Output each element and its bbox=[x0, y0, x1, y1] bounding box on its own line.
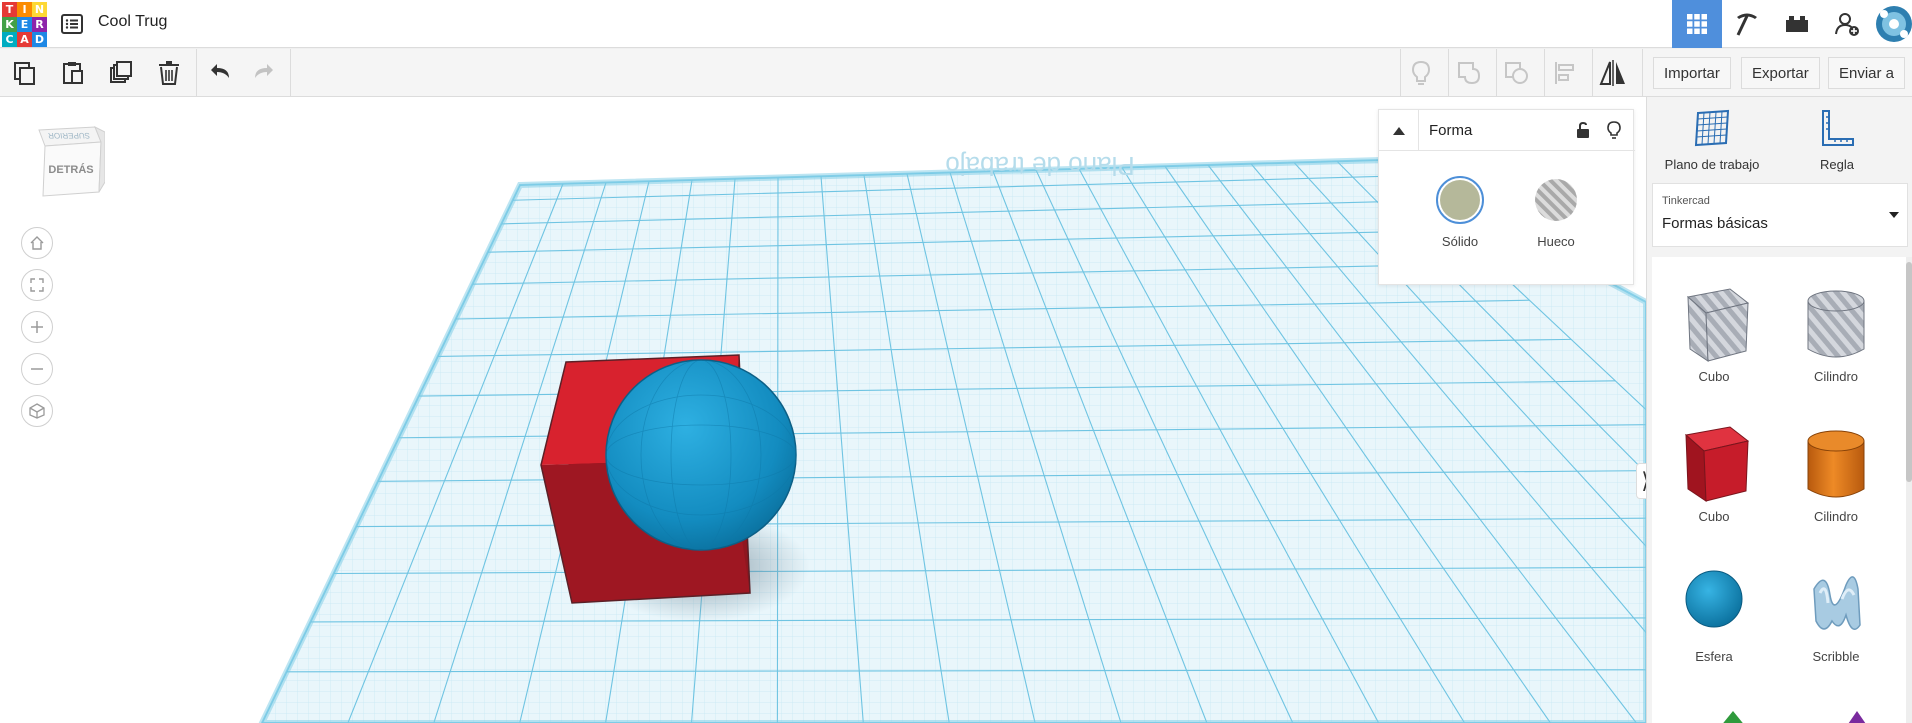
scene-sphere[interactable] bbox=[605, 359, 797, 551]
logo-letter: R bbox=[32, 17, 47, 32]
collapse-inspector-icon[interactable] bbox=[1379, 110, 1419, 151]
workplane-tool-label: Plano de trabajo bbox=[1664, 157, 1760, 172]
solid-color-circle bbox=[1440, 180, 1480, 220]
logo-letter: C bbox=[2, 32, 17, 47]
logo-letter: T bbox=[2, 2, 17, 17]
library-caption: Tinkercad bbox=[1662, 195, 1710, 207]
panel-toggle-icon[interactable]: ⟩ bbox=[1636, 463, 1646, 499]
view-cube-top-label: SUPERIOR bbox=[47, 131, 91, 140]
tinkercad-logo[interactable]: TINKERCAD bbox=[2, 2, 47, 47]
library-value: Formas básicas bbox=[1662, 215, 1768, 232]
top-header: TINKERCAD Cool Trug bbox=[0, 0, 1912, 48]
shape-label: Cubo bbox=[1698, 369, 1730, 384]
perspective-icon[interactable] bbox=[21, 395, 53, 427]
shape-tile-cone[interactable] bbox=[1842, 709, 1872, 723]
zoom-in-icon[interactable] bbox=[21, 311, 53, 343]
shape-tile-cylinder[interactable]: Cilindro bbox=[1776, 409, 1896, 539]
import-button[interactable]: Importar bbox=[1653, 57, 1731, 89]
shape-label: Esfera bbox=[1695, 649, 1733, 664]
brick-icon[interactable] bbox=[1772, 0, 1822, 48]
avatar[interactable] bbox=[1872, 0, 1912, 48]
solid-swatch[interactable] bbox=[1436, 176, 1484, 224]
edit-toolbar: Importar Exportar Enviar a bbox=[0, 49, 1912, 97]
delete-icon[interactable] bbox=[152, 57, 186, 89]
duplicate-icon[interactable] bbox=[104, 57, 138, 89]
scrollbar-thumb[interactable] bbox=[1906, 262, 1912, 482]
workplane-tool[interactable]: Plano de trabajo bbox=[1657, 105, 1767, 177]
view-cube[interactable]: SUPERIOR DETRÁS bbox=[35, 122, 106, 202]
logo-letter: I bbox=[17, 2, 32, 17]
ruler-tool-label: Regla bbox=[1820, 157, 1854, 172]
light-icon[interactable] bbox=[1404, 57, 1438, 89]
shape-label: Cilindro bbox=[1813, 369, 1859, 384]
shape-tile-roof[interactable] bbox=[1718, 709, 1748, 723]
copy-icon[interactable] bbox=[8, 57, 42, 89]
shape-tile-hole-box[interactable]: Cubo bbox=[1654, 269, 1774, 399]
inspector-header: Forma bbox=[1379, 110, 1635, 151]
design-list-icon[interactable] bbox=[60, 12, 84, 36]
export-button[interactable]: Exportar bbox=[1741, 57, 1820, 89]
undo-icon[interactable] bbox=[203, 57, 237, 89]
shape-list-scrollbar[interactable] bbox=[1906, 257, 1912, 723]
inspector-title: Forma bbox=[1429, 122, 1473, 139]
group-icon[interactable] bbox=[1452, 57, 1486, 89]
shape-label: Cubo bbox=[1698, 509, 1730, 524]
shape-tile-hole-cylinder[interactable]: Cilindro bbox=[1776, 269, 1896, 399]
ruler-tool[interactable]: Regla bbox=[1782, 105, 1892, 177]
mirror-icon[interactable] bbox=[1596, 57, 1630, 89]
fit-view-icon[interactable] bbox=[21, 269, 53, 301]
send-to-button[interactable]: Enviar a bbox=[1828, 57, 1906, 89]
ungroup-icon[interactable] bbox=[1500, 57, 1534, 89]
solid-label: Sólido bbox=[1441, 234, 1479, 249]
lock-icon[interactable] bbox=[1573, 120, 1593, 140]
hole-swatch[interactable] bbox=[1532, 176, 1580, 224]
logo-letter: A bbox=[17, 32, 32, 47]
shape-tile-scribble[interactable]: Scribble bbox=[1776, 549, 1896, 679]
shape-tile-sphere[interactable]: Esfera bbox=[1654, 549, 1774, 679]
logo-letter: E bbox=[17, 17, 32, 32]
chevron-down-icon bbox=[1889, 212, 1899, 218]
shape-list: Cubo Cilindro Cubo Cilindro Esfera Scrib… bbox=[1652, 257, 1908, 723]
grid-view-icon[interactable] bbox=[1672, 0, 1722, 48]
logo-letter: K bbox=[2, 17, 17, 32]
shape-inspector: Forma Sólido Hueco bbox=[1378, 109, 1635, 285]
shape-label: Scribble bbox=[1812, 649, 1860, 664]
hole-label: Hueco bbox=[1537, 234, 1575, 249]
home-view-icon[interactable] bbox=[21, 227, 53, 259]
workplane-label: Plano de trabajo bbox=[945, 151, 1134, 181]
pickaxe-icon[interactable] bbox=[1722, 0, 1772, 48]
logo-letter: N bbox=[32, 2, 47, 17]
zoom-out-icon[interactable] bbox=[21, 353, 53, 385]
paste-icon[interactable] bbox=[56, 57, 90, 89]
shape-library-select[interactable]: Tinkercad Formas básicas bbox=[1652, 183, 1908, 247]
align-icon[interactable] bbox=[1548, 57, 1582, 89]
redo-icon[interactable] bbox=[247, 57, 281, 89]
add-user-icon[interactable] bbox=[1822, 0, 1872, 48]
logo-letter: D bbox=[32, 32, 47, 47]
shape-tile-box[interactable]: Cubo bbox=[1654, 409, 1774, 539]
view-cube-front-label: DETRÁS bbox=[48, 164, 94, 176]
light-bulb-icon[interactable] bbox=[1604, 120, 1624, 140]
design-title[interactable]: Cool Trug bbox=[98, 13, 167, 31]
shape-label: Cilindro bbox=[1813, 509, 1859, 524]
